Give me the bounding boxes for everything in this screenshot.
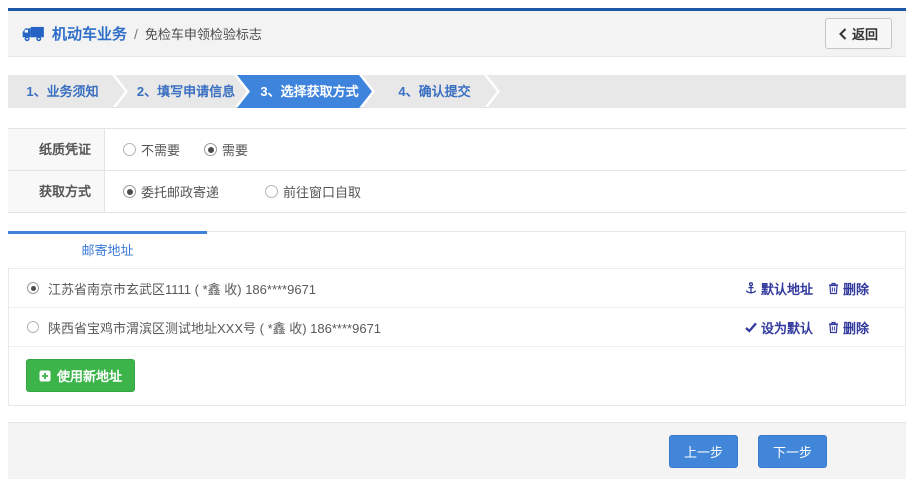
trash-icon: [828, 282, 839, 295]
mailing-address-panel: 邮寄地址 江苏省南京市玄武区1111 ( *鑫 收) 186****9671 默…: [8, 231, 906, 406]
header: 机动车业务 / 免检车申领检验标志 返回: [8, 11, 906, 57]
back-button-label: 返回: [852, 24, 878, 43]
breadcrumb: 机动车业务 / 免检车申领检验标志: [22, 23, 262, 44]
form-options: 委托邮政寄递 前往窗口自取: [105, 171, 361, 212]
breadcrumb-current: 免检车申领检验标志: [145, 24, 262, 43]
set-default-button[interactable]: 设为默认: [745, 318, 813, 337]
delete-address-button[interactable]: 删除: [828, 279, 869, 298]
step-label: 3、选择获取方式: [260, 84, 358, 99]
step-tab-4[interactable]: 4、确认提交: [362, 75, 497, 108]
next-step-button[interactable]: 下一步: [758, 435, 827, 468]
radio-circle-icon[interactable]: [123, 143, 136, 156]
radio-window-pickup[interactable]: 前往窗口自取: [265, 182, 361, 201]
new-address-area: 使用新地址: [9, 347, 905, 405]
radio-postal-delivery[interactable]: 委托邮政寄递: [123, 182, 219, 201]
address-actions: 设为默认 删除: [745, 318, 869, 337]
form-row-delivery-method: 获取方式 委托邮政寄递 前往窗口自取: [8, 171, 906, 213]
plus-icon: [39, 370, 51, 382]
form-row-paper-certificate: 纸质凭证 不需要 需要: [8, 129, 906, 171]
breadcrumb-separator: /: [134, 26, 138, 42]
step-tab-1[interactable]: 1、业务须知: [8, 75, 125, 108]
trash-icon: [828, 321, 839, 334]
address-actions: 默认地址 删除: [745, 279, 869, 298]
steps-filler: [487, 75, 906, 108]
back-button[interactable]: 返回: [825, 18, 892, 49]
steps-bar: 1、业务须知 2、填写申请信息 3、选择获取方式 4、确认提交: [8, 75, 906, 108]
action-label: 默认地址: [761, 279, 813, 298]
address-text: 陕西省宝鸡市渭滨区测试地址XXX号 ( *鑫 收) 186****9671: [48, 318, 381, 337]
step-label: 4、确认提交: [398, 84, 470, 99]
radio-no-need[interactable]: 不需要: [123, 140, 180, 159]
form-label: 纸质凭证: [8, 129, 105, 170]
step-label: 1、业务须知: [26, 84, 98, 99]
options-form: 纸质凭证 不需要 需要 获取方式 委托邮政寄递: [8, 128, 906, 213]
footer-bar: 上一步 下一步: [8, 422, 906, 479]
radio-label: 需要: [222, 140, 248, 159]
page: 机动车业务 / 免检车申领检验标志 返回 1、业务须知 2、填写申请信息 3、选…: [0, 8, 914, 479]
anchor-icon: [745, 282, 757, 295]
step-tab-2[interactable]: 2、填写申请信息: [115, 75, 247, 108]
page-title: 机动车业务: [52, 23, 127, 44]
action-label: 删除: [843, 318, 869, 337]
radio-label: 前往窗口自取: [283, 182, 361, 201]
address-text: 江苏省南京市玄武区1111 ( *鑫 收) 186****9671: [48, 279, 316, 298]
radio-circle-icon[interactable]: [204, 143, 217, 156]
form-label: 获取方式: [8, 171, 105, 212]
address-radio[interactable]: [27, 321, 39, 333]
address-radio[interactable]: [27, 282, 39, 294]
back-chevron-icon: [839, 28, 847, 40]
form-options: 不需要 需要: [105, 129, 248, 170]
step-label: 2、填写申请信息: [137, 84, 235, 99]
address-tabs: 邮寄地址: [9, 232, 905, 269]
action-label: 删除: [843, 279, 869, 298]
default-address-button[interactable]: 默认地址: [745, 279, 813, 298]
step-tab-3-active[interactable]: 3、选择获取方式: [237, 75, 372, 108]
radio-need[interactable]: 需要: [204, 140, 248, 159]
radio-label: 不需要: [141, 140, 180, 159]
radio-circle-icon[interactable]: [265, 185, 278, 198]
check-icon: [745, 322, 757, 333]
action-label: 设为默认: [761, 318, 813, 337]
use-new-address-label: 使用新地址: [57, 366, 122, 385]
radio-label: 委托邮政寄递: [141, 182, 219, 201]
delete-address-button[interactable]: 删除: [828, 318, 869, 337]
address-row-1: 江苏省南京市玄武区1111 ( *鑫 收) 186****9671 默认地址: [9, 269, 905, 308]
prev-step-button[interactable]: 上一步: [669, 435, 738, 468]
truck-icon: [22, 26, 45, 42]
tab-mailing-address[interactable]: 邮寄地址: [8, 231, 207, 268]
address-row-2: 陕西省宝鸡市渭滨区测试地址XXX号 ( *鑫 收) 186****9671 设为…: [9, 308, 905, 347]
tab-label: 邮寄地址: [81, 243, 133, 258]
radio-circle-icon[interactable]: [123, 185, 136, 198]
use-new-address-button[interactable]: 使用新地址: [26, 359, 135, 392]
